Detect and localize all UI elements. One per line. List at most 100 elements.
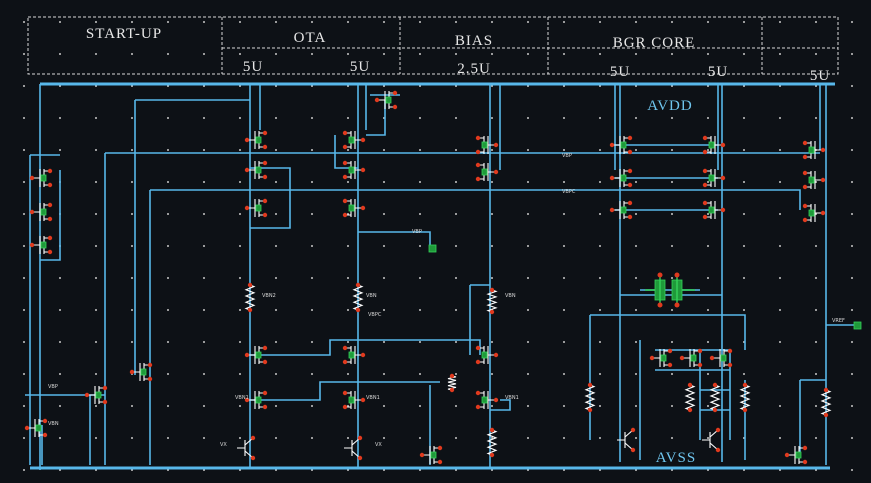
grid-dot — [347, 149, 349, 151]
grid-dot — [743, 309, 745, 311]
net-vx-b: VX — [375, 442, 382, 448]
grid-dot — [311, 373, 313, 375]
grid-dot — [635, 405, 637, 407]
net-vbpc-mid: VBPC — [562, 189, 576, 195]
grid-dot — [383, 437, 385, 439]
grid-dot — [23, 149, 25, 151]
net-labels: VBP VBPC VBP VBN2 VBN VBPC VBN VBN1 VBN1… — [48, 153, 845, 448]
grid-dot — [815, 245, 817, 247]
grid-dot — [707, 373, 709, 375]
grid-dot — [527, 341, 529, 343]
grid-dot — [563, 53, 565, 55]
grid-dot — [707, 309, 709, 311]
grid-dot — [851, 341, 853, 343]
grid-dot — [779, 21, 781, 23]
grid-dot — [527, 373, 529, 375]
grid-dot — [491, 149, 493, 151]
grid-dot — [347, 341, 349, 343]
grid-dot — [671, 373, 673, 375]
grid-dot — [59, 277, 61, 279]
grid-dot — [131, 405, 133, 407]
grid-dot — [167, 149, 169, 151]
grid-dot — [671, 277, 673, 279]
net-vbn2: VBN2 — [262, 293, 276, 299]
grid-dot — [455, 437, 457, 439]
header-out-current: 5U — [810, 68, 830, 84]
grid-dot — [851, 117, 853, 119]
grid-dot — [131, 181, 133, 183]
grid-dot — [95, 373, 97, 375]
grid-dot — [527, 53, 529, 55]
grid-dot — [491, 245, 493, 247]
grid-dot — [563, 213, 565, 215]
grid-dot — [311, 213, 313, 215]
header-bgr-current-1: 5U — [610, 64, 630, 80]
grid-dot — [455, 245, 457, 247]
grid-dot — [95, 181, 97, 183]
grid-dot — [779, 213, 781, 215]
grid-dot — [275, 341, 277, 343]
grid-dot — [563, 341, 565, 343]
mosfet-symbol — [784, 445, 808, 465]
grid-dot — [419, 117, 421, 119]
grid-dot — [275, 181, 277, 183]
grid-dot — [707, 341, 709, 343]
grid-dot — [527, 117, 529, 119]
grid-dot — [671, 213, 673, 215]
grid-dot — [563, 149, 565, 151]
resistor-symbol — [684, 382, 696, 413]
grid-dot — [383, 213, 385, 215]
grid-dot — [59, 21, 61, 23]
grid-dot — [743, 53, 745, 55]
grid-dot — [527, 21, 529, 23]
bjt-symbol — [237, 435, 256, 461]
grid-dot — [527, 277, 529, 279]
grid-dot — [311, 341, 313, 343]
grid-dot — [563, 277, 565, 279]
grid-dot — [707, 277, 709, 279]
mosfet-symbol — [419, 445, 443, 465]
grid-dot — [707, 21, 709, 23]
grid-dot — [167, 245, 169, 247]
grid-dot — [275, 373, 277, 375]
grid-dot — [671, 341, 673, 343]
grid-dot — [635, 437, 637, 439]
grid-dot — [203, 245, 205, 247]
grid-dot — [131, 437, 133, 439]
grid-dot — [779, 245, 781, 247]
grid-dot — [203, 181, 205, 183]
mosfet-symbol — [475, 345, 499, 365]
grid-dot — [167, 21, 169, 23]
grid-dot — [23, 437, 25, 439]
grid-dot — [311, 309, 313, 311]
grid-dot — [239, 213, 241, 215]
grid-dot — [275, 117, 277, 119]
grid-dot — [635, 213, 637, 215]
grid-dot — [23, 117, 25, 119]
grid-dot — [419, 21, 421, 23]
grid-dot — [491, 21, 493, 23]
net-vbn1-a: VBN1 — [235, 395, 249, 401]
grid-dot — [383, 277, 385, 279]
grid-dot — [203, 405, 205, 407]
mosfet-symbol — [475, 162, 499, 182]
grid-dot — [203, 437, 205, 439]
grid-dot — [239, 53, 241, 55]
grid-dot — [131, 245, 133, 247]
grid-dot — [347, 117, 349, 119]
mosfet-symbol — [129, 362, 153, 382]
mosfet-symbol — [29, 235, 53, 255]
grid-dot — [455, 53, 457, 55]
mosfet-symbol — [679, 348, 703, 368]
header-ota-current-1: 5U — [243, 59, 263, 75]
grid-dot — [59, 53, 61, 55]
grid-dot — [23, 21, 25, 23]
grid-dot — [131, 117, 133, 119]
grid-dot — [563, 181, 565, 183]
header-bias-current: 2.5U — [457, 61, 491, 77]
grid-dot — [23, 309, 25, 311]
grid-dot — [419, 405, 421, 407]
grid-dot — [815, 341, 817, 343]
grid-dot — [239, 373, 241, 375]
grid-dot — [599, 213, 601, 215]
